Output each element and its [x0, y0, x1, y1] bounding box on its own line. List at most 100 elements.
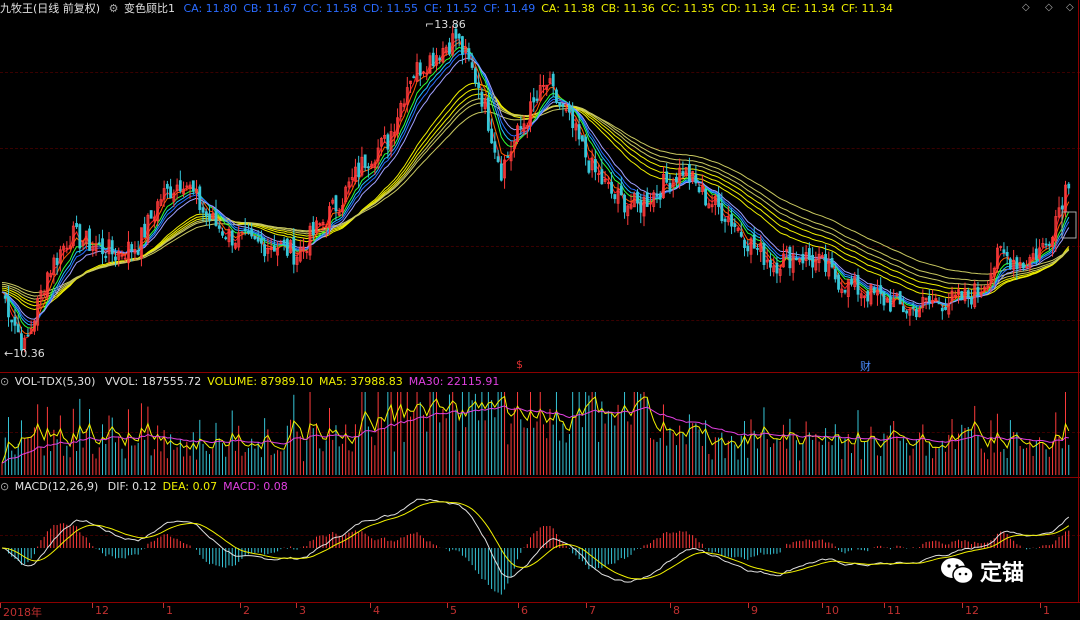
candle-body: [914, 309, 918, 318]
candle-body: [75, 223, 78, 228]
short-ma-line: [1, 46, 1070, 329]
volume-value: VOLUME: 87989.10: [207, 375, 314, 388]
candle-body: [1034, 248, 1038, 260]
candle-body: [486, 97, 490, 131]
candle-body: [960, 291, 964, 300]
candle-body: [506, 156, 510, 158]
candle-body: [801, 253, 805, 264]
candle-body: [198, 186, 202, 210]
axis-tick-mark: [163, 603, 164, 608]
candle-body: [1021, 262, 1025, 269]
macd-values: DIF: 0.12 DEA: 0.07 MACD: 0.08: [108, 479, 294, 495]
candle-body: [55, 257, 59, 266]
candle-body: [613, 194, 617, 200]
chevron-icon[interactable]: ⊙: [0, 479, 9, 495]
candle-body: [496, 156, 500, 162]
candle-body: [208, 213, 211, 221]
short-ma-line: [1, 50, 1070, 326]
axis-tick-mark: [586, 603, 587, 608]
candle-body: [580, 135, 584, 142]
chevron-icon[interactable]: ⊙: [0, 374, 9, 390]
candle-body: [104, 255, 108, 259]
candle-body: [214, 210, 218, 226]
candle-body: [824, 254, 827, 272]
candle-body: [1044, 243, 1048, 246]
candle-body: [149, 210, 153, 219]
candle-body: [730, 214, 733, 227]
candle-body: [490, 128, 494, 144]
financial-report-marker[interactable]: 财: [860, 358, 871, 374]
candle-body: [519, 126, 523, 129]
kline-chart[interactable]: [0, 0, 1080, 619]
candle-body: [532, 97, 536, 103]
high-price-value: 13.86: [434, 18, 466, 31]
macd-value: DEA: 0.07: [162, 480, 218, 493]
candle-body: [259, 238, 263, 244]
candle-body: [577, 124, 581, 140]
candle-body: [470, 62, 474, 68]
candle-body: [1047, 244, 1051, 246]
candle-body: [1067, 183, 1071, 189]
wechat-icon: [940, 556, 974, 586]
candle-body: [830, 258, 834, 268]
candle-body: [762, 242, 766, 266]
candle-body: [250, 228, 254, 237]
axis-tick-label: 1: [166, 604, 173, 617]
volume-ma5-line: [1, 395, 1070, 464]
axis-tick-label: 10: [825, 604, 839, 617]
axis-tick-label: 6: [521, 604, 528, 617]
low-price-label: ←10.36: [4, 347, 45, 360]
candle-body: [1060, 205, 1064, 210]
short-ma-line: [1, 52, 1070, 323]
candle-body: [13, 316, 17, 326]
candle-body: [769, 260, 772, 268]
date-axis[interactable]: 2018年 12 1 2 3 4 5 6 7 8 9 10 11 12 1: [0, 602, 1080, 620]
candle-body: [201, 207, 205, 213]
candle-body: [448, 42, 451, 55]
candle-body: [26, 334, 30, 337]
candle-body: [775, 262, 779, 274]
axis-tick-label: 2018年: [3, 606, 42, 619]
candle-body: [363, 154, 367, 168]
axis-tick-mark: [370, 603, 371, 608]
axis-tick-mark: [447, 603, 448, 608]
candle-body: [136, 249, 140, 255]
candle-body: [78, 224, 82, 249]
candle-body: [681, 171, 685, 176]
candle-body: [645, 192, 649, 207]
candle-body: [88, 228, 91, 251]
candle-body: [752, 234, 756, 249]
candle-body: [746, 245, 750, 252]
candle-body: [944, 307, 947, 310]
candle-body: [243, 228, 247, 232]
candle-body: [204, 211, 208, 217]
candle-body: [493, 141, 497, 153]
candle-body: [263, 244, 267, 257]
candle-body: [976, 287, 980, 296]
high-price-label: ⌐13.86: [425, 18, 466, 31]
candle-body: [937, 301, 941, 305]
macd-indicator-name[interactable]: MACD(12,26,9): [15, 479, 99, 495]
candle-body: [169, 186, 173, 199]
candle-body: [593, 158, 597, 173]
candle-body: [253, 235, 257, 240]
watermark: 定锚: [940, 555, 1024, 587]
volume-indicator-name[interactable]: VOL-TDX(5,30): [15, 374, 96, 390]
dividend-marker[interactable]: $: [516, 358, 523, 371]
candle-body: [101, 238, 104, 255]
candle-body: [10, 319, 14, 323]
candle-body: [461, 36, 464, 55]
candle-body: [178, 180, 182, 192]
axis-tick-mark: [296, 603, 297, 608]
axis-tick-mark: [518, 603, 519, 608]
axis-tick-mark: [748, 603, 749, 608]
axis-tick-mark: [92, 603, 93, 608]
axis-tick-label: 3: [299, 604, 306, 617]
candle-body: [457, 33, 461, 39]
candle-body: [561, 103, 565, 107]
candle-body: [256, 236, 260, 242]
axis-tick-label: 7: [589, 604, 596, 617]
candle-body: [658, 193, 662, 200]
candle-body: [7, 296, 10, 318]
candle-body: [856, 274, 860, 295]
